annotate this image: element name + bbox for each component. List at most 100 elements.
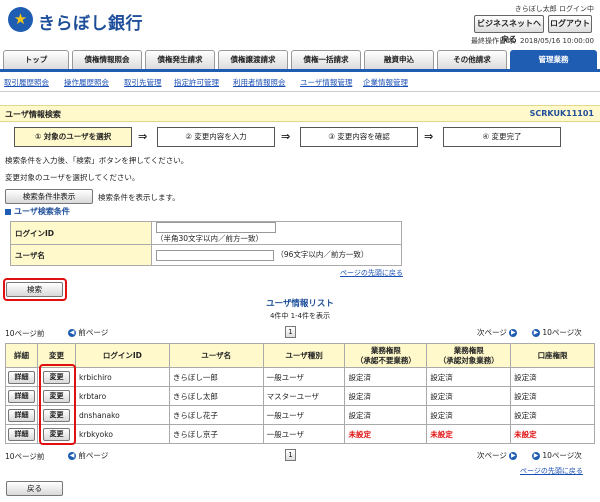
logout-button[interactable]: ログアウト [548,15,592,33]
next-page-link[interactable]: 次ページ ▶ [477,450,518,461]
detail-button[interactable]: 詳細 [7,370,35,384]
tab-top[interactable]: トップ [3,50,69,69]
star-icon: ★ [13,10,28,28]
user-list-table: 詳細 変更 ログインID ユーザ名 ユーザ種別 業務権限 （承認不要業務） 業務… [5,343,595,444]
table-row: 詳細 変更 dnshanako きらぼし花子 一般ユーザ 設定済 設定済 設定済 [5,405,595,425]
list-count: 4件中 1-4件を表示 [269,312,331,320]
prev-10-pages[interactable]: 10ページ前 [5,451,44,462]
search-section-title: ユーザ検索条件 [14,207,70,216]
arrow-right-icon: ▶ [509,329,518,337]
subnav-operation-history[interactable]: 操作履歴照会 [64,77,109,88]
tab-credit-transfer[interactable]: 債権譲渡請求 [218,50,288,69]
user-type-cell: 一般ユーザ [262,424,346,444]
account-auth-cell: 未設定 [510,424,595,444]
arrow-right-icon: ▶ [532,452,540,460]
arrow-left-icon: ◀ [68,452,76,460]
change-buttons-highlight [39,364,76,445]
instruction-text-2: 変更対象のユーザを選択してください。 [5,173,140,182]
search-form-table: ログインID （半角30文字以内／前方一致） ユーザ名 （96文字以内／前方一致… [10,221,402,266]
login-id-input[interactable] [156,222,276,233]
user-name-note: （96文字以内／前方一致） [276,250,369,260]
subnav-permission-management[interactable]: 指定許可管理 [174,77,219,88]
tab-admin[interactable]: 管理業務 [510,50,597,69]
detail-button[interactable]: 詳細 [7,389,35,403]
user-name-cell: （96文字以内／前方一致） [151,244,402,266]
header-user-name: ユーザ名 [168,343,264,368]
prev-10-pages[interactable]: 10ページ前 [5,328,44,339]
step-2: ② 変更内容を入力 [157,127,275,147]
bank-logo-text: きらぼし銀行 [38,14,143,34]
sub-nav: 取引履歴照会 操作履歴照会 取引先管理 指定許可管理 利用者情報照会 ユーザ情報… [0,72,600,92]
hide-conditions-note: 検索条件を表示します。 [98,193,180,202]
tab-credit-inquiry[interactable]: 債権情報照会 [72,50,142,69]
auth-approval-cell: 設定済 [426,367,512,387]
user-name-label: ユーザ名 [10,244,152,266]
user-name-cell: きらぼし京子 [168,424,264,444]
auth-approval-cell: 設定済 [426,405,512,425]
prev-page-link[interactable]: ◀ 前ページ [68,327,108,338]
tab-loan-application[interactable]: 融資申込 [364,50,434,69]
subnav-transaction-history[interactable]: 取引履歴照会 [4,77,49,88]
auth-no-approval-cell: 設定済 [344,367,428,387]
table-row: 詳細 変更 krbichiro きらぼし一郎 一般ユーザ 設定済 設定済 設定済 [5,367,595,387]
back-to-top-link[interactable]: ページの先頭に戻る [520,466,583,476]
page-number[interactable]: 1 [285,449,296,461]
title-bar [0,105,600,122]
login-id-cell: dnshanako [74,405,170,425]
account-auth-cell: 設定済 [510,367,595,387]
account-auth-cell: 設定済 [510,405,595,425]
arrow-right-icon: ⇒ [281,130,291,143]
instruction-text-1: 検索条件を入力後、「検索」ボタンを押してください。 [5,156,189,165]
user-name-cell: きらぼし一郎 [168,367,264,387]
user-name-input[interactable] [156,249,274,261]
step-4: ④ 変更完了 [443,127,561,147]
auth-no-approval-cell: 設定済 [344,405,428,425]
next-10-pages-link[interactable]: ▶ 10ページ次 [532,327,582,338]
subnav-user-info-inquiry[interactable]: 利用者情報照会 [233,77,286,88]
header-auth-no-approval: 業務権限 （承認不要業務） [344,343,428,368]
login-id-cell: （半角30文字以内／前方一致） [151,221,402,245]
subnav-company-info-management[interactable]: 企業情報管理 [363,77,408,88]
main-tab-bar: トップ 債権情報照会 債権発生請求 債権譲渡請求 債権一括請求 融資申込 その他… [0,50,600,72]
header-login-id: ログインID [74,343,170,368]
user-type-cell: 一般ユーザ [262,367,346,387]
subnav-partner-management[interactable]: 取引先管理 [124,77,162,88]
user-name-cell: きらぼし花子 [168,405,264,425]
back-to-biznet-button[interactable]: ビジネスネットヘ戻る [474,15,544,44]
hide-conditions-button[interactable]: 検索条件非表示 [5,189,93,204]
tab-credit-issue[interactable]: 債権発生請求 [145,50,215,69]
user-status: きらぼし太郎 ログイン中 [514,5,594,13]
back-button[interactable]: 戻る [6,481,63,496]
tab-bulk-request[interactable]: 債権一括請求 [291,50,361,69]
auth-no-approval-cell: 未設定 [344,424,428,444]
screen-id: SCRKUK11101 [529,109,594,118]
login-id-cell: krbichiro [74,367,170,387]
login-id-cell: krbtaro [74,386,170,406]
page-number[interactable]: 1 [285,326,296,338]
back-to-top-link[interactable]: ページの先頭に戻る [340,268,403,278]
table-row: 詳細 変更 krbtaro きらぼし太郎 マスターユーザ 設定済 設定済 設定済 [5,386,595,406]
next-page-link[interactable]: 次ページ ▶ [477,327,518,338]
arrow-right-icon: ▶ [532,329,540,337]
next-10-pages-link[interactable]: ▶ 10ページ次 [532,450,582,461]
tab-other-requests[interactable]: その他請求 [437,50,507,69]
subnav-user-info-management[interactable]: ユーザ情報管理 [300,77,352,88]
step-3: ③ 変更内容を確認 [300,127,418,147]
arrow-right-icon: ⇒ [138,130,148,143]
user-name-cell: きらぼし太郎 [168,386,264,406]
prev-page-link[interactable]: ◀ 前ページ [68,450,108,461]
detail-button[interactable]: 詳細 [7,408,35,422]
header-detail: 詳細 [5,343,38,368]
header-auth-approval: 業務権限 （承認対象業務） [426,343,512,368]
detail-button[interactable]: 詳細 [7,427,35,441]
login-id-cell: krbkyoko [74,424,170,444]
login-id-label: ログインID [10,221,152,245]
header-user-type: ユーザ種別 [262,343,346,368]
arrow-left-icon: ◀ [68,329,76,337]
login-id-note: （半角30文字以内／前方一致） [156,234,264,243]
section-marker-icon [5,209,11,215]
account-auth-cell: 設定済 [510,386,595,406]
list-title: ユーザ情報リスト [266,299,334,309]
step-1: ① 対象のユーザを選択 [14,127,132,147]
auth-approval-cell: 設定済 [426,386,512,406]
